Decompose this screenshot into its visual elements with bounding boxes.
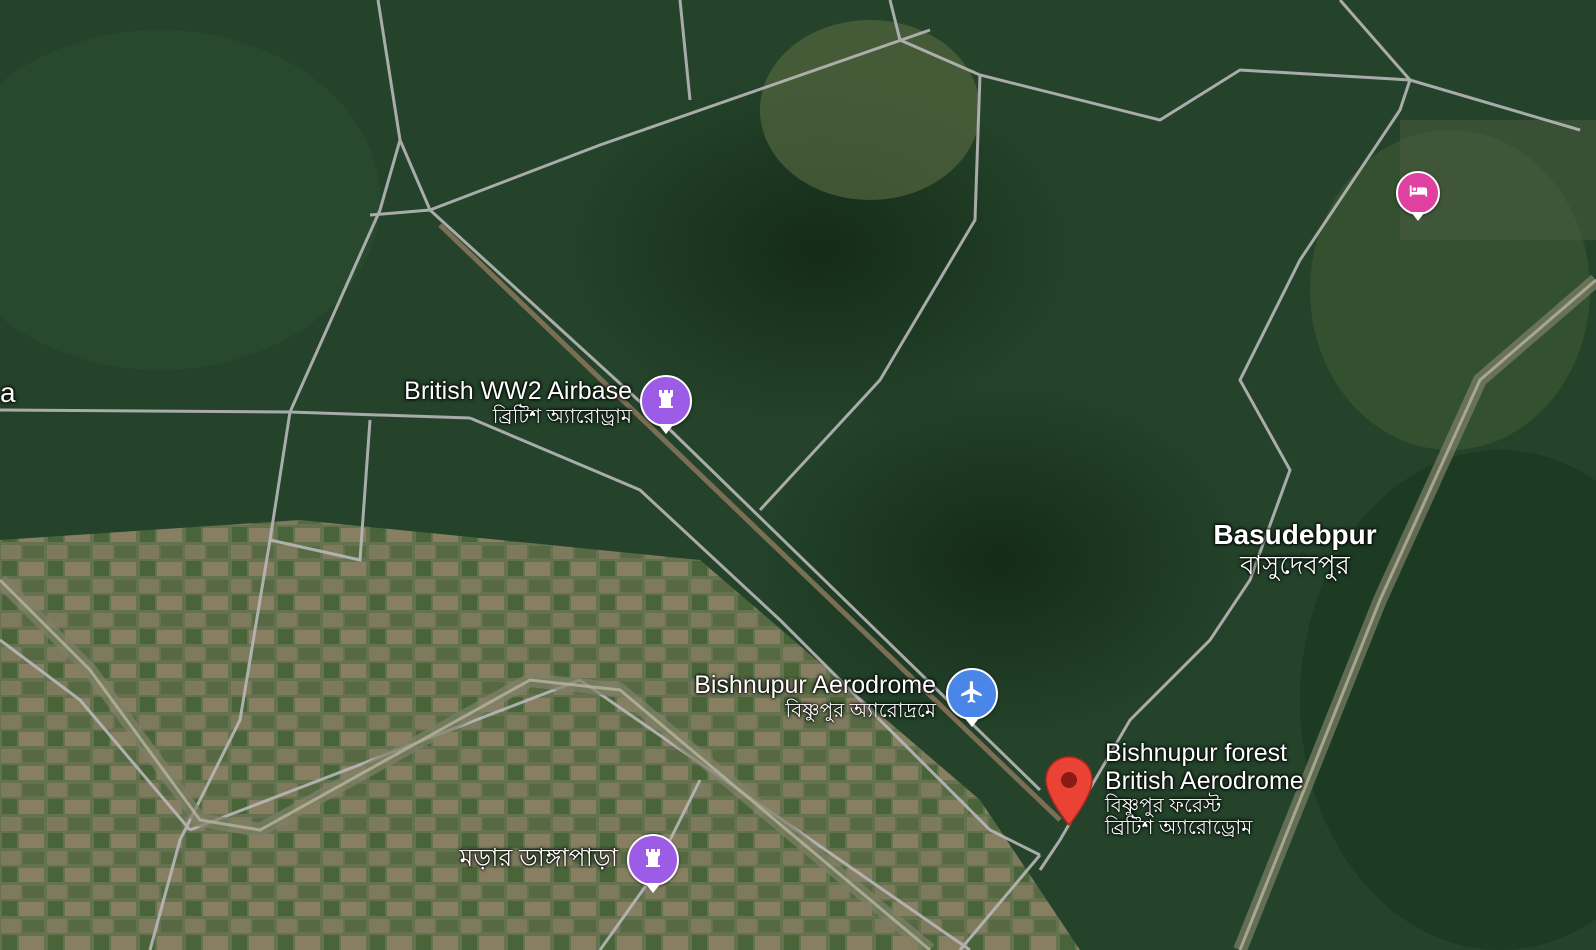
airbase-name: British WW2 Airbase bbox=[404, 377, 632, 405]
morar-marker[interactable] bbox=[627, 834, 679, 893]
selected-name-bn-line2: ব্রিটিশ অ্যারোড্রোম bbox=[1105, 817, 1253, 839]
hotel-marker[interactable] bbox=[1396, 171, 1440, 221]
edge-place-label: a bbox=[0, 377, 16, 408]
airplane-icon bbox=[959, 679, 985, 710]
castle-icon bbox=[641, 846, 665, 875]
castle-icon bbox=[654, 387, 678, 416]
aerodrome-name: Bishnupur Aerodrome bbox=[694, 671, 936, 699]
basudebpur-name-bn: বাসুদেবপুর bbox=[1240, 549, 1350, 580]
red-location-pin-icon[interactable] bbox=[1043, 755, 1095, 827]
selected-name-line2: British Aerodrome bbox=[1105, 766, 1304, 795]
airbase-marker[interactable] bbox=[640, 375, 692, 434]
airbase-label[interactable]: British WW2 Airbase ব্রিটিশ অ্যারোড্রাম bbox=[360, 377, 632, 428]
aerodrome-label[interactable]: Bishnupur Aerodrome বিষ্ণুপুর অ্যারোদ্রম… bbox=[640, 671, 936, 722]
selected-name-line1: Bishnupur forest bbox=[1105, 739, 1288, 767]
satellite-map[interactable] bbox=[0, 0, 1596, 950]
bed-icon bbox=[1407, 180, 1429, 207]
selected-place-label[interactable]: Bishnupur forest British Aerodrome বিষ্ণ… bbox=[1105, 739, 1304, 839]
morar-label[interactable]: মড়ার ডাঙ্গাপাড়া bbox=[400, 844, 618, 873]
morar-name: মড়ার ডাঙ্গাপাড়া bbox=[459, 844, 618, 872]
aerodrome-marker[interactable] bbox=[946, 668, 998, 727]
selected-name-bn-line1: বিষ্ণুপুর ফরেস্ট bbox=[1105, 795, 1222, 817]
airbase-name-bn: ব্রিটিশ অ্যারোড্রাম bbox=[492, 405, 632, 428]
aerodrome-name-bn: বিষ্ণুপুর অ্যারোদ্রমে bbox=[785, 699, 936, 722]
basudebpur-label: Basudebpur বাসুদেবপুর bbox=[1190, 519, 1400, 580]
basudebpur-name: Basudebpur bbox=[1213, 519, 1377, 550]
